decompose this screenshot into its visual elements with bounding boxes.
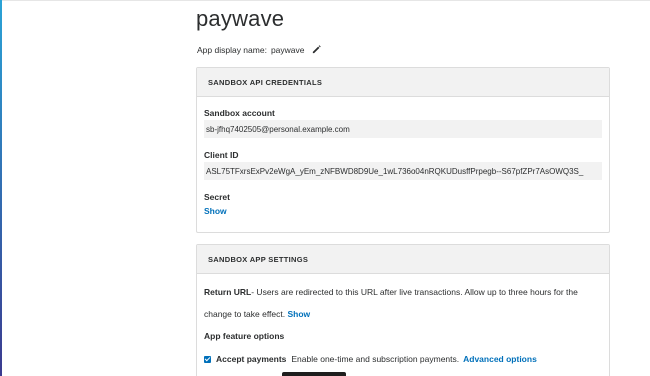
credentials-header: SANDBOX API CREDENTIALS (197, 68, 609, 97)
return-url-show-link[interactable]: Show (288, 309, 311, 319)
accept-payments-description: Enable one-time and subscription payment… (291, 354, 460, 364)
accept-payments-row: Accept payments Enable one-time and subs… (204, 354, 537, 364)
return-url-text: - Users are redirected to this URL after… (204, 287, 578, 319)
sandbox-api-credentials-card: SANDBOX API CREDENTIALS Sandbox account … (196, 67, 610, 233)
sandbox-account-field[interactable]: sb-jfhq7402505@personal.example.com (204, 120, 602, 138)
sandbox-account-value: sb-jfhq7402505@personal.example.com (206, 124, 350, 134)
return-url-description: Return URL- Users are redirected to this… (204, 281, 608, 325)
top-divider (2, 0, 650, 1)
sandbox-app-settings-card: SANDBOX APP SETTINGS Return URL- Users a… (196, 244, 610, 376)
secret-show-link[interactable]: Show (204, 206, 227, 216)
window-left-border (0, 0, 2, 376)
advanced-options-link[interactable]: Advanced options (463, 354, 537, 364)
app-display-name-row: App display name: paywave (197, 44, 322, 55)
return-url-label: Return URL (204, 287, 252, 297)
page-title: paywave (196, 6, 285, 31)
bottom-popup-edge (282, 372, 346, 376)
display-name-value: paywave (270, 44, 305, 55)
client-id-label: Client ID (204, 150, 239, 160)
pencil-icon[interactable] (311, 44, 322, 55)
display-name-label: App display name: (197, 44, 267, 55)
secret-label: Secret (204, 192, 230, 202)
app-feature-options-heading: App feature options (204, 331, 285, 341)
accept-payments-label: Accept payments (216, 354, 287, 364)
client-id-field[interactable]: ASL75TFxrsExPv2eWgA_yEm_zNFBWD8D9Ue_1wL7… (204, 162, 602, 180)
accept-payments-checkbox[interactable] (204, 355, 211, 363)
sandbox-account-label: Sandbox account (204, 108, 275, 118)
client-id-value: ASL75TFxrsExPv2eWgA_yEm_zNFBWD8D9Ue_1wL7… (206, 166, 584, 176)
settings-header: SANDBOX APP SETTINGS (197, 245, 609, 274)
